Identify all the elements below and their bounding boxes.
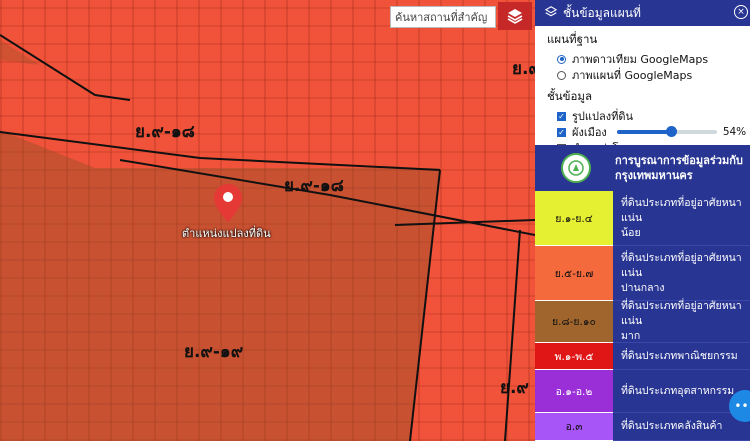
legend-row: อ.๓ ที่ดินประเภทคลังสินค้า — [535, 413, 750, 441]
legend-desc-line1: ที่ดินประเภทที่อยู่อาศัยหนาแน่น — [621, 196, 742, 224]
layers-toggle-button[interactable] — [498, 2, 532, 30]
legend-description-text: ที่ดินประเภทที่อยู่อาศัยหนาแน่นปานกลาง — [621, 251, 750, 296]
agency-name-line2: กรุงเทพมหานคร — [615, 169, 693, 182]
legend-code: อ.๑-อ.๒ — [535, 370, 613, 413]
legend-description: ที่ดินประเภทที่อยู่อาศัยหนาแน่นปานกลาง — [613, 246, 750, 301]
layers-icon — [507, 9, 523, 24]
legend-code: ย.๕-ย.๗ — [535, 246, 613, 301]
basemap-option-satellite[interactable]: ภาพดาวเทียม GoogleMaps — [535, 51, 750, 67]
legend-desc-line1: ที่ดินประเภทที่อยู่อาศัยหนาแน่น — [621, 251, 742, 279]
zoning-boundaries — [0, 34, 535, 441]
legend-desc-line2: ปานกลาง — [621, 281, 665, 294]
legend-row: ย.๑-ย.๔ ที่ดินประเภทที่อยู่อาศัยหนาแน่น น้… — [535, 191, 750, 246]
panel-title: ชั้นข้อมูลแผนที่ — [563, 5, 641, 20]
legend-code: พ.๑-พ.๕ — [535, 343, 613, 370]
legend-desc-line2: น้อย — [621, 226, 641, 239]
agency-banner: การบูรณาการข้อมูลร่วมกับ กรุงเทพมหานคร — [535, 145, 750, 191]
radio-selected[interactable] — [557, 54, 566, 64]
checkbox-checked[interactable]: ✓ — [557, 127, 566, 137]
legend-desc-line1: ที่ดินประเภทอุตสาหกรรม — [621, 384, 735, 397]
zone-label: ย.๙-๑๘ — [284, 176, 344, 196]
legend-desc-line1: ที่ดินประเภทที่อยู่อาศัยหนาแน่น — [621, 300, 742, 327]
legend-description-text: ที่ดินประเภทคลังสินค้า — [621, 419, 722, 434]
panel-header: ชั้นข้อมูลแผนที่ × — [535, 0, 750, 26]
layer-parcels[interactable]: ✓ รูปแปลงที่ดิน — [535, 108, 750, 124]
legend-description: ที่ดินประเภทคลังสินค้า — [613, 413, 750, 441]
basemap-option-map[interactable]: ภาพแผนที่ GoogleMaps — [535, 67, 750, 83]
legend-row: ย.๕-ย.๗ ที่ดินประเภทที่อยู่อาศัยหนาแน่น ปา… — [535, 246, 750, 301]
legend-description-text: ที่ดินประเภทพาณิชยกรรม — [621, 349, 738, 364]
legend-row: อ.๑-อ.๒ ที่ดินประเภทอุตสาหกรรม — [535, 370, 750, 413]
basemap-option-label: ภาพแผนที่ GoogleMaps — [572, 69, 693, 82]
legend-row: พ.๑-พ.๕ ที่ดินประเภทพาณิชยกรรม — [535, 343, 750, 370]
agency-name-line1: การบูรณาการข้อมูลร่วมกับ — [615, 154, 743, 167]
slider-fill — [616, 130, 671, 134]
legend-desc-line1: ที่ดินประเภทพาณิชยกรรม — [621, 349, 738, 362]
close-icon[interactable]: × — [734, 5, 748, 19]
zone-label: ย.๙ — [500, 378, 529, 398]
legend-description-text: ที่ดินประเภทที่อยู่อาศัยหนาแน่นมาก — [621, 299, 750, 344]
legend-desc-line2: มาก — [621, 330, 641, 342]
zone-label: ย.๙-๑๘ — [135, 122, 195, 142]
pin-label: ตำแหน่งแปลงที่ดิน — [182, 227, 271, 240]
location-pin-icon[interactable] — [214, 184, 242, 226]
layers-section: ชั้นข้อมูล — [535, 83, 750, 106]
map-view[interactable]: ย.๙-๑๘ ย.๙-๑๘ ย.๙-๑๙ ย.๙ ย.๙ ตำแหน่งแปลง… — [0, 0, 535, 441]
legend-description-text: ที่ดินประเภทอุตสาหกรรม — [621, 384, 734, 399]
bma-logo — [561, 153, 591, 183]
basemap-title: แผนที่ฐาน — [547, 32, 598, 46]
legend-description: ที่ดินประเภทที่อยู่อาศัยหนาแน่นน้อย — [613, 191, 750, 246]
legend-description-text: ที่ดินประเภทที่อยู่อาศัยหนาแน่นน้อย — [621, 196, 750, 241]
opacity-value: 54% — [722, 126, 747, 138]
legend-code: ย.๑-ย.๔ — [535, 191, 613, 246]
zone-label: ย.๙-๑๙ — [184, 342, 244, 362]
radio-unselected[interactable] — [557, 70, 566, 80]
layer-cityplan[interactable]: ✓ ผังเมือง 54% — [535, 124, 750, 140]
layers-icon — [544, 5, 558, 21]
zone-label: ย.๙ — [512, 59, 535, 79]
legend-description: ที่ดินประเภทที่อยู่อาศัยหนาแน่นมาก — [613, 299, 750, 344]
layers-title: ชั้นข้อมูล — [547, 89, 593, 103]
search-input[interactable]: ค้นหาสถานที่สำคัญ — [390, 6, 496, 28]
legend-desc-line1: ที่ดินประเภทคลังสินค้า — [621, 420, 723, 432]
slider-handle[interactable] — [665, 126, 677, 137]
legend-row: ย.๘-ย.๑๐ ที่ดินประเภทที่อยู่อาศัยหนาแน่นม… — [535, 299, 750, 344]
map-layers-panel: ชั้นข้อมูลแผนที่ × แผนที่ฐาน ภาพดาวเทียม… — [535, 0, 750, 441]
more-icon: ••• — [734, 399, 750, 413]
opacity-slider[interactable] — [616, 126, 717, 137]
legend-description: ที่ดินประเภทพาณิชยกรรม — [613, 343, 750, 370]
legend-code: อ.๓ — [535, 413, 613, 441]
checkbox-checked[interactable]: ✓ — [557, 111, 566, 121]
basemap-section: แผนที่ฐาน — [535, 26, 750, 49]
agency-name: การบูรณาการข้อมูลร่วมกับ กรุงเทพมหานคร — [615, 153, 743, 183]
legend-code: ย.๘-ย.๑๐ — [535, 301, 613, 343]
